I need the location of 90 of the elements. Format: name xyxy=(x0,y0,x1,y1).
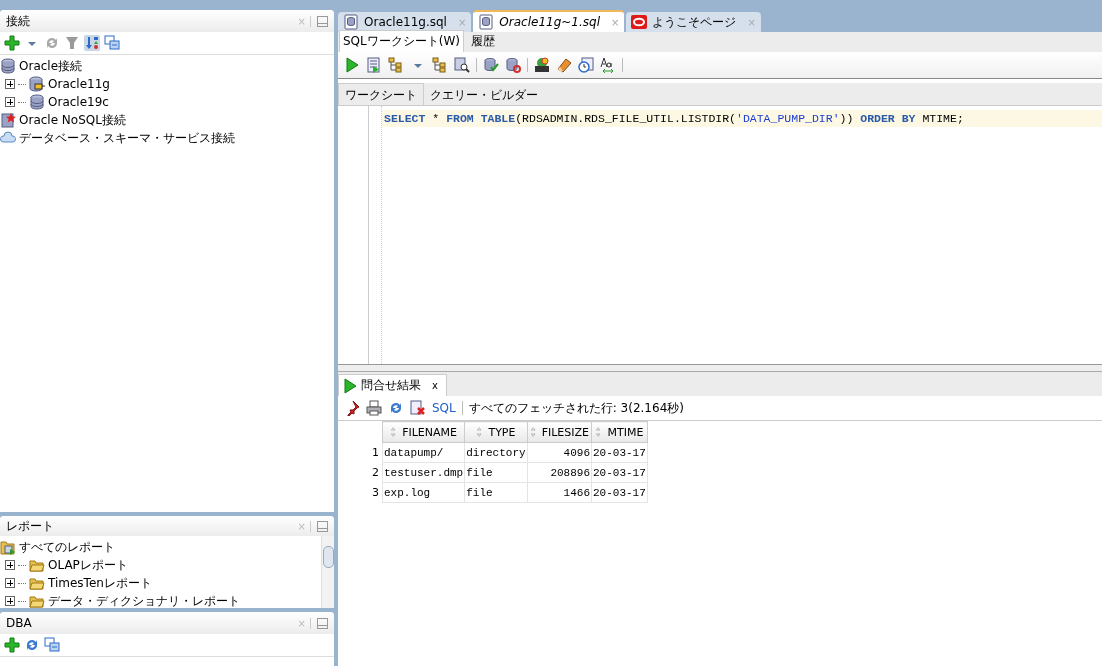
script-icon[interactable] xyxy=(366,57,382,73)
minimize-button[interactable] xyxy=(317,520,328,532)
tree-icon[interactable] xyxy=(432,57,448,73)
add-icon[interactable] xyxy=(4,35,20,51)
font-icon[interactable] xyxy=(600,57,616,73)
table-cell: directory xyxy=(464,442,528,463)
column-header[interactable]: MTIME xyxy=(591,421,648,443)
row-number: 2 xyxy=(338,462,383,483)
tab-label: ようこそページ xyxy=(652,13,737,31)
editor-tab[interactable]: Oracle11g~1.sql × xyxy=(473,10,625,32)
tree-item[interactable]: OLAPレポート xyxy=(48,556,128,574)
pin-icon[interactable] xyxy=(344,400,360,416)
expand-toggle[interactable] xyxy=(5,578,15,588)
eraser-icon[interactable] xyxy=(556,57,572,73)
tree-item[interactable]: Oracle19c xyxy=(48,95,109,109)
refresh-icon[interactable] xyxy=(44,35,60,51)
tree-item[interactable]: すべてのレポート xyxy=(19,538,115,556)
refresh-icon[interactable] xyxy=(24,637,40,653)
tree-item[interactable]: Oracle接続 xyxy=(19,57,83,75)
table-cell: 20-03-17 xyxy=(591,442,648,463)
table-cell: 20-03-17 xyxy=(591,462,648,483)
magnifier-icon[interactable] xyxy=(454,57,470,73)
tree-item[interactable]: Oracle NoSQL接続 xyxy=(19,111,126,129)
expand-toggle[interactable] xyxy=(5,97,15,107)
status-text: すべてのフェッチされた行: 3(2.164秒) xyxy=(468,399,684,417)
folder-icon xyxy=(29,575,45,591)
tree-item[interactable]: TimesTenレポート xyxy=(48,574,152,592)
sql-file-icon xyxy=(343,14,359,30)
table-cell: 208896 xyxy=(527,462,592,483)
database-icon xyxy=(0,58,16,74)
table-cell: 4096 xyxy=(527,442,592,463)
add-icon[interactable] xyxy=(4,637,20,653)
tree-item[interactable]: データベース・スキーマ・サービス接続 xyxy=(19,129,235,147)
folder-icon xyxy=(29,593,45,608)
table-cell: 1466 xyxy=(527,482,592,503)
clear-icon[interactable] xyxy=(410,400,426,416)
folder-icon xyxy=(29,557,45,573)
table-cell: 20-03-17 xyxy=(591,482,648,503)
minimize-button[interactable] xyxy=(317,15,328,27)
tab-label: 問合せ結果 xyxy=(361,377,421,394)
filter-icon[interactable] xyxy=(64,35,80,51)
sql-file-icon xyxy=(478,14,495,30)
database-undo-icon[interactable] xyxy=(505,57,521,73)
table-cell: testuser.dmp xyxy=(382,462,465,483)
column-header[interactable]: FILESIZE xyxy=(527,421,592,443)
column-header[interactable]: FILENAME xyxy=(382,421,465,443)
sql-link[interactable]: SQL xyxy=(432,401,456,415)
folder-icon xyxy=(0,539,16,555)
table-cell: file xyxy=(464,482,528,503)
database-icon xyxy=(29,94,45,110)
worksheet-tab[interactable]: クエリー・ビルダー xyxy=(424,84,544,105)
expand-toggle[interactable] xyxy=(5,560,15,570)
panel-title: レポート xyxy=(6,517,54,535)
panel-title: 接続 xyxy=(6,12,30,30)
sub-tab[interactable]: SQLワークシート(W) xyxy=(339,30,464,52)
expand-toggle[interactable] xyxy=(5,79,15,89)
run-icon xyxy=(342,377,358,394)
minimize-button[interactable] xyxy=(317,617,328,629)
tree-icon[interactable] xyxy=(388,57,404,73)
clock-icon[interactable] xyxy=(578,57,594,73)
editor-tab[interactable]: Oracle11g.sql × xyxy=(338,12,472,32)
collapse-icon[interactable] xyxy=(44,637,60,653)
printer-icon[interactable] xyxy=(366,400,382,416)
tree-item[interactable]: Oracle11g xyxy=(48,77,110,91)
collapse-icon[interactable] xyxy=(104,35,120,51)
sub-tab[interactable]: 履歴 xyxy=(468,31,498,52)
row-number: 1 xyxy=(338,442,383,463)
sort-icon[interactable] xyxy=(84,35,100,51)
refresh-icon[interactable] xyxy=(388,400,404,416)
logo-icon xyxy=(631,14,648,30)
scrollbar[interactable] xyxy=(321,536,334,608)
splitter[interactable] xyxy=(338,364,1102,372)
expand-toggle[interactable] xyxy=(5,596,15,606)
tree-item[interactable]: データ・ディクショナリ・レポート xyxy=(48,592,240,608)
row-number: 3 xyxy=(338,482,383,503)
result-tab[interactable]: 問合せ結果 x xyxy=(338,374,447,396)
database-plug-icon xyxy=(29,76,45,92)
panel-title: DBA xyxy=(6,616,32,630)
run-icon[interactable] xyxy=(344,57,360,73)
table-cell: file xyxy=(464,462,528,483)
tab-label: Oracle11g~1.sql xyxy=(499,15,600,29)
editor-tab[interactable]: ようこそページ × xyxy=(626,12,761,32)
table-cell: datapump/ xyxy=(382,442,465,463)
column-header[interactable]: TYPE xyxy=(464,421,528,443)
cloud-icon xyxy=(0,130,16,146)
database-check-icon[interactable] xyxy=(483,57,499,73)
close-button[interactable]: x xyxy=(432,380,438,391)
worksheet-tab[interactable]: ワークシート xyxy=(338,83,424,105)
tab-label: Oracle11g.sql xyxy=(364,15,447,29)
table-cell: exp.log xyxy=(382,482,465,503)
